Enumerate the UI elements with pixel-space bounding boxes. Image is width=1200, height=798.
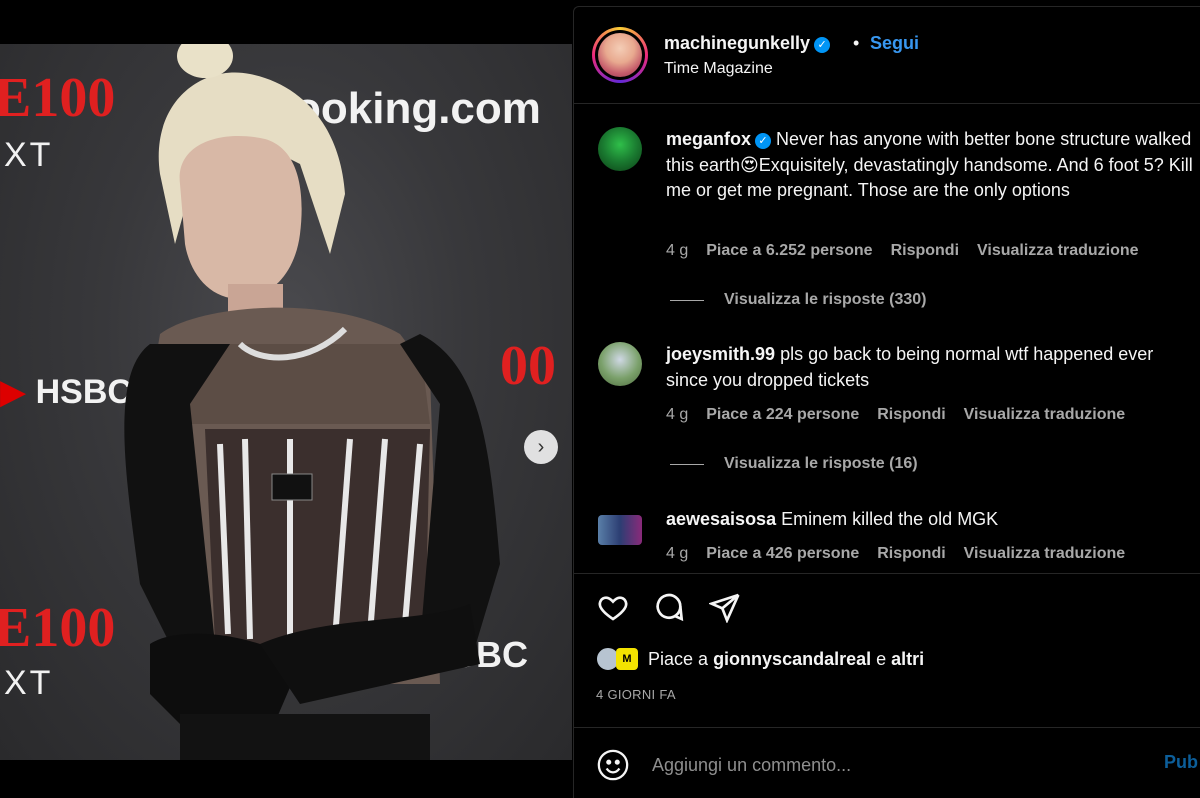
comment-time[interactable]: 4 g [666,406,688,424]
comment-avatar[interactable] [598,515,642,545]
comment-username[interactable]: aewesaisosa [666,509,776,529]
likes-user[interactable]: gionnyscandalreal [713,649,871,670]
post-panel: machinegunkelly ✓ • Segui Time Magazine m… [573,6,1200,798]
reply-button[interactable]: Rispondi [877,545,945,563]
add-comment-bar [596,745,1196,785]
comment-text: joeysmith.99 pls go back to being normal… [666,342,1194,393]
verified-icon: ✓ [755,133,772,149]
heart-icon[interactable] [596,590,630,624]
comment-meta: 4 g Piace a 426 persone Rispondi Visuali… [666,545,1125,563]
translate-button[interactable]: Visualizza traduzione [977,242,1139,260]
comment-meta: 4 g Piace a 224 persone Rispondi Visuali… [666,406,1125,424]
author-username-text[interactable]: machinegunkelly [664,33,810,53]
emoji-icon[interactable] [596,748,630,782]
carousel-next-button[interactable]: › [524,430,558,464]
author-avatar[interactable] [592,27,648,83]
author-avatar-image [598,33,642,77]
comment-meta: 4 g Piace a 6.252 persone Rispondi Visua… [666,242,1139,260]
comment-avatar[interactable] [598,127,642,171]
publish-button[interactable]: Pub [1164,752,1198,773]
post-photo[interactable]: E100 XT ooking.com ▶ HSBC 00 E100 XT HSB… [0,44,572,760]
view-replies-button[interactable]: Visualizza le risposte (16) [670,455,918,473]
top-strip [0,0,572,44]
liker-avatar-badge[interactable]: M [616,648,638,670]
follow-button[interactable]: Segui [870,33,919,54]
reply-button[interactable]: Rispondi [877,406,945,424]
comment-body: Eminem killed the old MGK [781,509,999,529]
separator-dot: • [853,33,860,53]
view-replies-button[interactable]: Visualizza le risposte (330) [670,291,926,309]
reply-button[interactable]: Rispondi [891,242,959,260]
bottom-strip [0,760,572,797]
likes-others[interactable]: altri [891,649,924,670]
post-date[interactable]: 4 GIORNI FA [596,687,676,702]
author-username[interactable]: machinegunkelly ✓ [664,33,831,54]
comment-icon[interactable] [652,590,686,624]
comment-text: meganfox ✓ Never has anyone with better b… [666,127,1194,204]
share-icon[interactable] [708,590,742,624]
post-header: machinegunkelly ✓ • Segui Time Magazine [574,7,1200,104]
likes-conj: e [876,648,887,669]
comment-likes[interactable]: Piace a 6.252 persone [706,242,872,260]
chevron-right-icon: › [537,435,545,458]
post-location[interactable]: Time Magazine [664,60,773,78]
comment-likes[interactable]: Piace a 224 persone [706,406,859,424]
verified-icon: ✓ [814,37,831,53]
comment-input[interactable] [650,753,1134,777]
translate-button[interactable]: Visualizza traduzione [964,545,1126,563]
likes-summary: M Piace a gionnyscandalreal e altri [596,647,924,671]
replies-line [670,299,704,301]
action-bar [596,590,742,624]
divider [574,727,1200,728]
comment-text: aewesaisosa Eminem killed the old MGK [666,507,1194,533]
comment-username[interactable]: meganfox [666,129,751,149]
comment-time[interactable]: 4 g [666,242,688,260]
comment-time[interactable]: 4 g [666,545,688,563]
comment-avatar[interactable] [598,342,642,386]
person-figure [124,44,500,760]
divider [574,573,1200,574]
translate-button[interactable]: Visualizza traduzione [964,406,1126,424]
view-replies-label[interactable]: Visualizza le risposte (330) [724,291,926,309]
comment-likes[interactable]: Piace a 426 persone [706,545,859,563]
replies-line [670,463,704,465]
view-replies-label[interactable]: Visualizza le risposte (16) [724,455,918,473]
likes-prefix: Piace a [648,648,709,669]
comment-username[interactable]: joeysmith.99 [666,344,775,364]
